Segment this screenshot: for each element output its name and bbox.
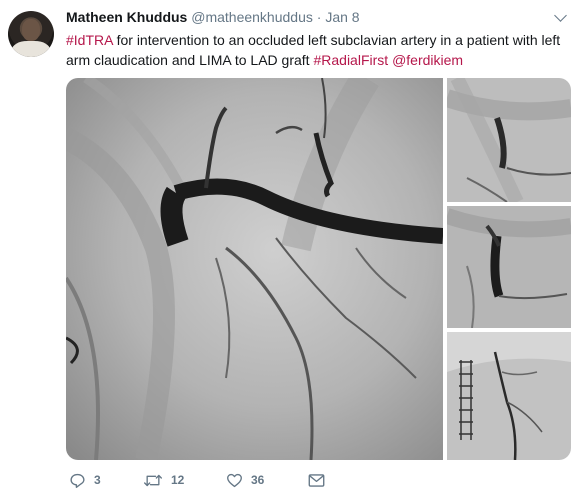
- like-count: 36: [251, 473, 265, 487]
- direct-message-button[interactable]: [308, 470, 325, 490]
- angiogram-thumb-1[interactable]: [447, 78, 571, 202]
- angiogram-thumb-3[interactable]: [447, 332, 571, 460]
- user-handle[interactable]: @matheenkhuddus: [191, 9, 313, 25]
- media-grid: [66, 78, 571, 460]
- retweet-count: 12: [171, 473, 185, 487]
- tweet-card[interactable]: Matheen Khuddus @matheenkhuddus · Jan 8 …: [0, 0, 583, 497]
- like-button[interactable]: 36: [226, 470, 264, 490]
- reply-count: 3: [94, 473, 101, 487]
- chevron-down-icon[interactable]: [554, 9, 567, 22]
- avatar-shirt: [12, 41, 50, 57]
- hashtag-link[interactable]: #IdTRA: [66, 32, 113, 48]
- hashtag-link[interactable]: #RadialFirst: [313, 52, 388, 68]
- reply-icon: [70, 473, 85, 488]
- mention-link[interactable]: @ferdikiem: [392, 52, 463, 68]
- envelope-icon: [308, 473, 325, 487]
- reply-button[interactable]: 3: [69, 470, 101, 490]
- avatar-face: [22, 19, 40, 41]
- display-name[interactable]: Matheen Khuddus: [66, 9, 187, 25]
- tweet-date[interactable]: Jan 8: [325, 9, 359, 25]
- tweet-text: #IdTRA for intervention to an occluded l…: [66, 30, 571, 70]
- avatar[interactable]: [8, 11, 54, 57]
- retweet-button[interactable]: 12: [143, 470, 184, 490]
- retweet-icon: [144, 474, 162, 486]
- heart-icon: [227, 473, 242, 487]
- angiogram-thumb-2[interactable]: [447, 206, 571, 328]
- angiogram-main[interactable]: [66, 78, 443, 460]
- tweet-header: Matheen Khuddus @matheenkhuddus · Jan 8: [66, 9, 360, 25]
- separator: ·: [316, 9, 322, 25]
